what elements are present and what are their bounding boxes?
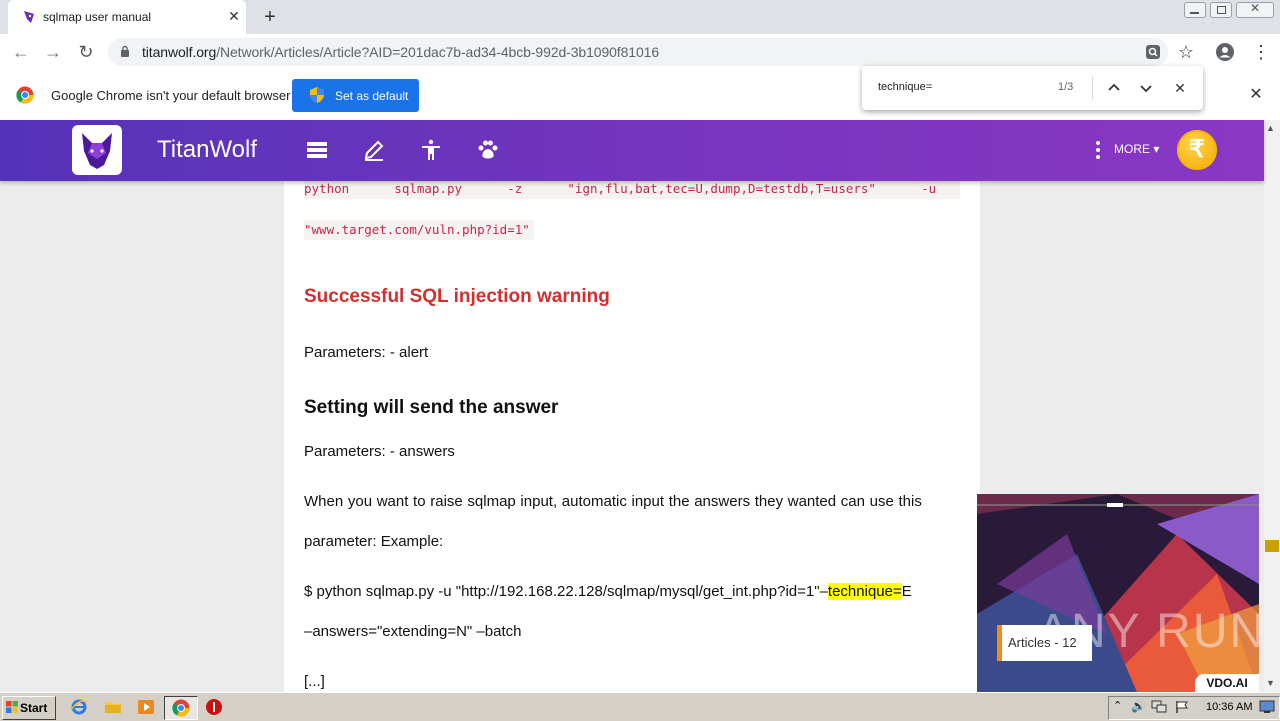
more-dots-icon[interactable]	[1094, 140, 1102, 160]
video-ad-player[interactable]: ANY RUN Articles - 12 VDO.AI	[977, 494, 1259, 692]
rupee-coin-icon[interactable]: ₹	[1177, 130, 1217, 170]
find-input[interactable]: technique=	[878, 81, 932, 93]
restore-button[interactable]	[1210, 2, 1232, 18]
close-window-button[interactable]: ✕	[1236, 1, 1274, 18]
chrome-taskbar-icon	[172, 699, 190, 717]
tab-sqlmap-manual[interactable]: sqlmap user manual ✕	[8, 0, 246, 34]
minimize-button[interactable]	[1184, 2, 1206, 18]
paragraph-text: When you want to raise sqlmap input, aut…	[304, 493, 922, 510]
new-tab-button[interactable]: +	[258, 5, 282, 29]
parameter-text: Parameters: - answers	[304, 443, 455, 460]
taskbar-chrome-button[interactable]	[164, 696, 198, 720]
scroll-down-arrow-icon[interactable]: ▼	[1266, 678, 1275, 688]
volume-icon[interactable]: 🔊	[1131, 699, 1146, 713]
chrome-logo-icon	[16, 86, 34, 104]
profile-avatar-icon[interactable]	[1215, 42, 1235, 62]
tab-title: sqlmap user manual	[43, 10, 152, 24]
brand-name[interactable]: TitanWolf	[157, 136, 257, 164]
video-category-tag[interactable]: Articles - 12	[997, 625, 1092, 661]
video-thumbnail	[977, 494, 1259, 692]
vdo-ai-logo[interactable]: VDO.AI	[1195, 674, 1259, 692]
back-arrow-icon[interactable]: ←	[10, 41, 32, 63]
windows-taskbar: Start ⌃ 🔊 10:36 AM	[0, 692, 1280, 721]
find-in-page-icon[interactable]	[1144, 43, 1162, 61]
code-line: "www.target.com/vuln.php?id=1"	[304, 220, 534, 240]
scroll-up-arrow-icon[interactable]: ▲	[1266, 123, 1275, 133]
pencil-edit-icon[interactable]	[362, 138, 386, 162]
find-next-icon[interactable]	[1138, 80, 1154, 96]
tray-expand-icon[interactable]: ⌃	[1113, 699, 1122, 712]
find-close-icon[interactable]: ✕	[1170, 78, 1190, 98]
shield-icon	[310, 87, 324, 103]
stop-sign-icon[interactable]	[205, 698, 223, 716]
show-desktop-icon[interactable]	[1259, 700, 1275, 714]
internet-explorer-icon[interactable]	[70, 698, 88, 716]
find-result-marker	[1265, 540, 1279, 552]
paragraph-text: parameter: Example:	[304, 533, 444, 550]
lock-icon	[121, 45, 129, 57]
site-header: TitanWolf MORE ▾ ₹	[0, 120, 1264, 181]
bookmark-star-icon[interactable]: ☆	[1175, 41, 1197, 63]
url-text: titanwolf.org/Network/Articles/Article?A…	[142, 44, 660, 60]
find-divider	[1092, 76, 1093, 100]
find-highlight: technique=	[827, 583, 902, 600]
page-scrollbar[interactable]	[1264, 120, 1280, 692]
start-button[interactable]: Start	[2, 696, 56, 720]
command-example-continued: –answers="extending=N" –batch	[304, 623, 522, 640]
more-menu-button[interactable]: MORE ▾	[1114, 142, 1159, 156]
action-center-flag-icon[interactable]	[1175, 700, 1189, 714]
titanwolf-logo[interactable]	[72, 125, 122, 175]
address-bar[interactable]: titanwolf.org/Network/Articles/Article?A…	[108, 38, 1168, 66]
ellipsis-text: [...]	[304, 673, 325, 690]
wolf-logo-icon	[82, 133, 112, 169]
set-as-default-button[interactable]: Set as default	[292, 79, 419, 112]
tab-strip: sqlmap user manual ✕ + ✕	[0, 0, 1280, 34]
taskbar-clock[interactable]: 10:36 AM	[1206, 701, 1252, 713]
media-player-icon[interactable]	[137, 698, 155, 716]
list-menu-icon[interactable]	[305, 138, 329, 162]
infobar-message: Google Chrome isn't your default browser	[51, 88, 291, 103]
paw-icon[interactable]	[476, 138, 500, 162]
section-heading: Setting will send the answer	[304, 397, 559, 418]
browser-toolbar: ← → ↻ titanwolf.org/Network/Articles/Art…	[0, 34, 1280, 70]
forward-arrow-icon[interactable]: →	[42, 41, 64, 63]
set-as-default-label: Set as default	[335, 89, 409, 103]
titanwolf-favicon-icon	[24, 11, 34, 23]
accessibility-icon[interactable]	[419, 138, 443, 162]
article-content: python sqlmap.py -z "ign,flu,bat,tec=U,d…	[284, 181, 980, 692]
windows-flag-icon	[6, 701, 18, 713]
parameter-text: Parameters: - alert	[304, 344, 429, 361]
system-tray: ⌃ 🔊	[1108, 696, 1280, 720]
command-example: $ python sqlmap.py -u "http://192.168.22…	[304, 583, 912, 600]
section-heading: Successful SQL injection warning	[304, 286, 610, 307]
infobar-close-icon[interactable]: ✕	[1246, 85, 1266, 105]
reload-icon[interactable]: ↻	[75, 41, 97, 63]
find-previous-icon[interactable]	[1106, 80, 1122, 96]
network-icon[interactable]	[1151, 700, 1167, 714]
code-line: python sqlmap.py -z "ign,flu,bat,tec=U,d…	[304, 181, 960, 199]
tab-close-icon[interactable]: ✕	[224, 6, 244, 26]
find-match-count: 1/3	[1058, 81, 1074, 93]
folder-icon[interactable]	[104, 698, 122, 716]
chrome-menu-icon[interactable]: ⋮	[1250, 41, 1272, 63]
find-bar: technique= 1/3 ✕	[862, 66, 1203, 110]
